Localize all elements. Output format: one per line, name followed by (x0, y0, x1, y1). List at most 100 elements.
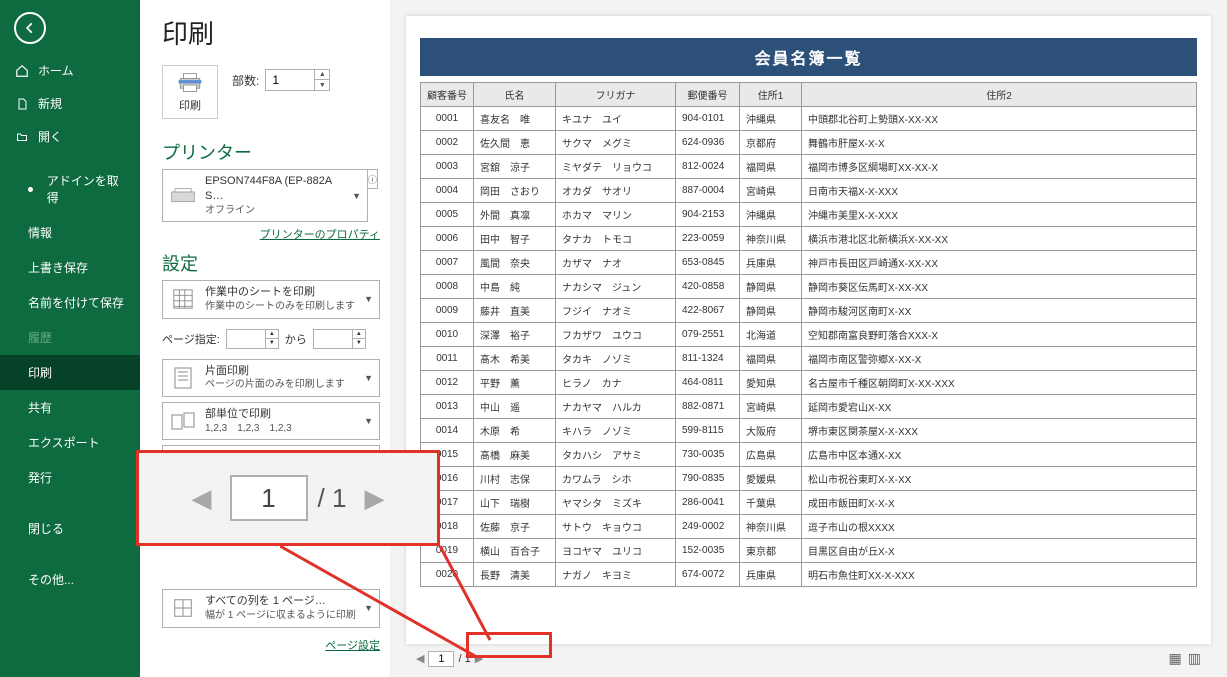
sidebar-history: 履歴 (0, 320, 140, 355)
table-row: 0001喜友名 唯キユナ ユイ904-0101沖縄県中頭郡北谷町上勢頭X-XX-… (421, 107, 1197, 131)
table-row: 0003宮舘 涼子ミヤダテ リョウコ812-0024福岡県福岡市博多区綱場町XX… (421, 155, 1197, 179)
callout-next-button[interactable]: ▶ (364, 483, 384, 514)
table-header: フリガナ (556, 83, 676, 107)
table-header: 住所2 (802, 83, 1197, 107)
sidebar-home[interactable]: ホーム (0, 54, 140, 87)
collate-select[interactable]: 部単位で印刷 1,2,3 1,2,3 1,2,3 ▼ (162, 402, 380, 440)
chevron-down-icon: ▼ (364, 294, 373, 304)
next-page-button[interactable]: ▶ (475, 652, 483, 665)
table-row: 0004岡田 さおりオカダ サオリ887-0004宮崎県日南市天福X-X-XXX (421, 179, 1197, 203)
prev-page-button[interactable]: ◀ (416, 652, 424, 665)
sidebar-label: 閉じる (28, 520, 64, 537)
print-preview: 会員名簿一覧 顧客番号氏名フリガナ郵便番号住所1住所2 0001喜友名 唯キユナ… (390, 0, 1227, 677)
table-row: 0010深澤 裕子フカザワ ユウコ079-2551北海道空知郡南富良野町落合XX… (421, 323, 1197, 347)
duplex-sub: ページの片面のみを印刷します (205, 378, 356, 392)
page-total: / 1 (458, 653, 470, 665)
table-row: 0005外間 真凛ホカマ マリン904-2153沖縄県沖縄市美里X-X-XXX (421, 203, 1197, 227)
copies-input[interactable] (266, 70, 314, 90)
table-row: 0016川村 志保カワムラ シホ790-0835愛媛県松山市祝谷東町X-X-XX (421, 467, 1197, 491)
collate-sub: 1,2,3 1,2,3 1,2,3 (205, 422, 356, 436)
sidebar-share[interactable]: 共有 (0, 390, 140, 425)
printer-properties-link[interactable]: プリンターのプロパティ (162, 226, 380, 242)
fit-select[interactable]: すべての列を 1 ページ… 幅が 1 ページに収まるように印刷 ▼ (162, 589, 380, 627)
print-scope-select[interactable]: 作業中のシートを印刷 作業中のシートのみを印刷します ▼ (162, 280, 380, 318)
member-table: 顧客番号氏名フリガナ郵便番号住所1住所2 0001喜友名 唯キユナ ユイ904-… (420, 82, 1197, 587)
printer-small-icon (169, 184, 197, 208)
to-label: から (285, 331, 307, 347)
sidebar-saveas[interactable]: 名前を付けて保存 (0, 285, 140, 320)
page-from-input[interactable] (227, 330, 265, 348)
printer-info-button[interactable]: ⓘ (368, 169, 378, 189)
sidebar-close[interactable]: 閉じる (0, 511, 140, 546)
sidebar-label: 新規 (38, 95, 62, 112)
sidebar-label: エクスポート (28, 434, 100, 451)
spin-down[interactable]: ▼ (315, 80, 329, 90)
table-row: 0019横山 百合子ヨコヤマ ユリコ152-0035東京都目黒区自由が丘X-X (421, 539, 1197, 563)
printer-status: オフライン (205, 204, 344, 218)
callout-prev-button[interactable]: ◀ (192, 483, 212, 514)
fit-sub: 幅が 1 ページに収まるように印刷 (205, 609, 356, 623)
sidebar-label: 印刷 (28, 364, 52, 381)
page-title: 印刷 (162, 14, 378, 51)
folder-icon (14, 131, 30, 143)
collate-icon (169, 409, 197, 433)
callout-page-input[interactable] (230, 475, 308, 521)
print-button[interactable]: 印刷 (162, 65, 218, 119)
scope-sub: 作業中のシートのみを印刷します (205, 300, 356, 314)
sidebar-label: 名前を付けて保存 (28, 294, 124, 311)
sidebar-export[interactable]: エクスポート (0, 425, 140, 460)
chevron-down-icon: ▼ (364, 603, 373, 613)
page-range: ページ指定: ▲▼ から ▲▼ (162, 329, 378, 349)
page-range-label: ページ指定: (162, 331, 220, 347)
page-navigator-callout: ◀ / 1 ▶ (136, 450, 440, 546)
page-to-input[interactable] (314, 330, 352, 348)
table-header: 郵便番号 (676, 83, 740, 107)
sidebar-label: ホーム (38, 62, 74, 79)
table-row: 0017山下 瑞樹ヤマシタ ミズキ286-0041千葉県成田市飯田町X-X-X (421, 491, 1197, 515)
page-setup-link[interactable]: ページ設定 (162, 637, 380, 653)
copies-spinner[interactable]: ▲▼ (265, 69, 330, 91)
sidebar-info[interactable]: 情報 (0, 215, 140, 250)
sidebar-publish[interactable]: 発行 (0, 460, 140, 495)
callout-total: / 1 (318, 483, 347, 514)
page-number-input[interactable] (428, 651, 454, 667)
sidebar-save[interactable]: 上書き保存 (0, 250, 140, 285)
settings-heading: 設定 (162, 250, 378, 276)
print-settings-panel: 印刷 印刷 部数: ▲▼ プリンター (140, 0, 390, 677)
printer-select[interactable]: EPSON744F8A (EP-882A S… オフライン ▼ (162, 169, 368, 222)
duplex-select[interactable]: 片面印刷 ページの片面のみを印刷します ▼ (162, 359, 380, 397)
home-icon (14, 64, 30, 78)
page-to-spinner[interactable]: ▲▼ (313, 329, 366, 349)
table-row: 0002佐久間 恵サクマ メグミ624-0936京都府舞鶴市肝屋X-X-X (421, 131, 1197, 155)
table-header: 顧客番号 (421, 83, 474, 107)
report-title: 会員名簿一覧 (420, 38, 1197, 76)
sidebar-label: アドインを取得 (47, 172, 126, 206)
collate-title: 部単位で印刷 (205, 407, 356, 422)
sidebar-print[interactable]: 印刷 (0, 355, 140, 390)
zoom-to-page-icon[interactable]: ▦ (1169, 650, 1182, 667)
back-button[interactable] (14, 12, 46, 44)
sidebar-label: 情報 (28, 224, 52, 241)
sidebar-label: 開く (38, 128, 62, 145)
sidebar-other[interactable]: その他... (0, 562, 140, 597)
preview-page: 会員名簿一覧 顧客番号氏名フリガナ郵便番号住所1住所2 0001喜友名 唯キユナ… (406, 16, 1211, 644)
chevron-down-icon: ▼ (364, 373, 373, 383)
table-row: 0012平野 薫ヒラノ カナ464-0811愛知県名古屋市千種区朝岡町X-XX-… (421, 371, 1197, 395)
table-row: 0020長野 清美ナガノ キヨミ674-0072兵庫県明石市魚住町XX-X-XX… (421, 563, 1197, 587)
table-row: 0007風間 奈央カザマ ナオ653-0845兵庫県神戸市長田区戸崎通X-XX-… (421, 251, 1197, 275)
sidebar-new[interactable]: 新規 (0, 87, 140, 120)
table-row: 0006田中 智子タナカ トモコ223-0059神奈川県横浜市港北区北新横浜X-… (421, 227, 1197, 251)
chevron-down-icon: ▼ (352, 191, 361, 201)
scope-title: 作業中のシートを印刷 (205, 285, 356, 300)
spin-up[interactable]: ▲ (315, 70, 329, 80)
table-header: 住所1 (740, 83, 802, 107)
duplex-icon (169, 366, 197, 390)
printer-heading: プリンター (162, 139, 378, 165)
sidebar-open[interactable]: 開く (0, 120, 140, 153)
table-row: 0018佐藤 京子サトウ キョウコ249-0002神奈川県逗子市山の根XXXX (421, 515, 1197, 539)
page-from-spinner[interactable]: ▲▼ (226, 329, 279, 349)
zoom-margins-icon[interactable]: ▥ (1188, 650, 1201, 667)
sidebar-addins[interactable]: アドインを取得 (0, 163, 140, 215)
printer-name: EPSON744F8A (EP-882A S… (205, 174, 344, 204)
table-row: 0011髙木 希美タカキ ノゾミ811-1324福岡県福岡市南区警弥郷X-XX-… (421, 347, 1197, 371)
